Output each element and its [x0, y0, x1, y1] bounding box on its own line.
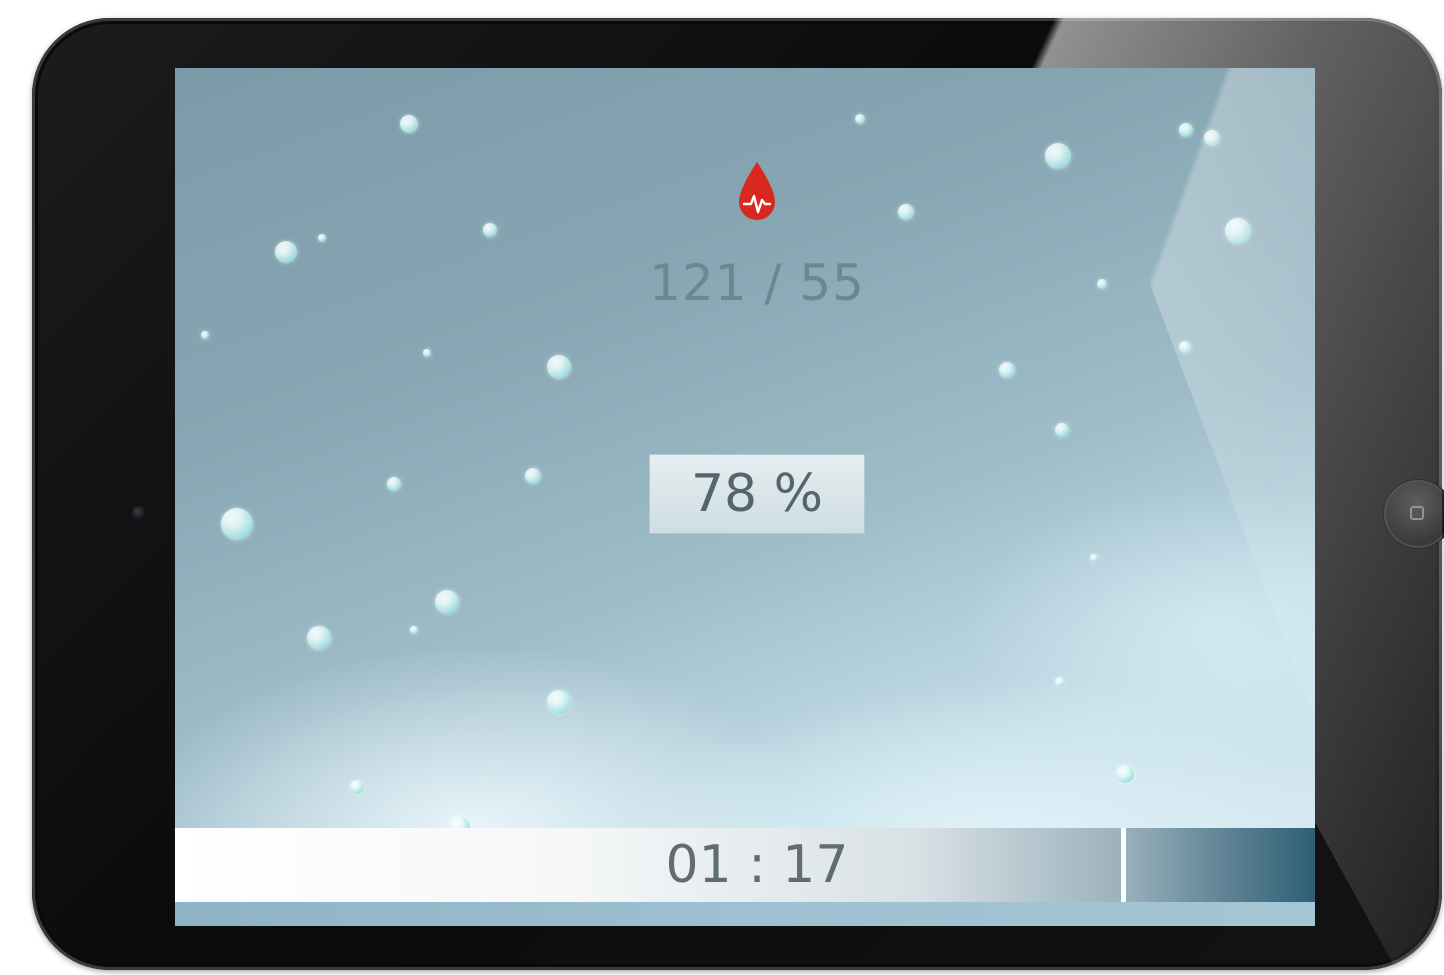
water-bubble	[1055, 677, 1065, 687]
water-bubble	[387, 477, 401, 491]
home-button[interactable]	[1384, 480, 1444, 548]
screen-shine	[935, 68, 1315, 721]
app-screen: 121 / 55 78 % 01 : 17	[175, 68, 1315, 926]
water-bubble	[350, 780, 364, 794]
water-bubble	[307, 626, 331, 650]
water-bubble	[275, 241, 297, 263]
water-bubble	[1045, 143, 1071, 169]
water-bubble	[400, 115, 418, 133]
water-bubble	[999, 362, 1015, 378]
front-camera	[132, 506, 146, 520]
timer-progress-marker	[1121, 828, 1127, 902]
water-bubble	[423, 349, 431, 357]
water-bubble	[221, 508, 253, 540]
water-bubble	[1097, 279, 1107, 289]
water-bubble	[435, 590, 459, 614]
water-bubble	[898, 204, 914, 220]
blood-pressure-reading: 121 / 55	[649, 254, 865, 312]
timer-progress-bar: 01 : 17	[175, 828, 1315, 902]
home-square-icon	[1410, 506, 1424, 520]
water-bubble	[547, 355, 571, 379]
elapsed-time: 01 : 17	[665, 835, 849, 895]
oxygen-percentage: 78 %	[649, 454, 865, 534]
water-bubble	[1055, 423, 1069, 437]
water-bubble	[1090, 554, 1098, 562]
water-bubble	[1116, 765, 1134, 783]
water-bubble	[483, 223, 497, 237]
water-bubble	[201, 331, 209, 339]
water-bubble	[525, 468, 541, 484]
bottom-strip	[175, 902, 1315, 926]
water-bubble	[410, 626, 418, 634]
blood-drop-pulse-icon	[739, 162, 775, 220]
water-bubble	[318, 234, 326, 242]
water-bubble	[547, 690, 571, 714]
water-bubble	[855, 114, 865, 124]
